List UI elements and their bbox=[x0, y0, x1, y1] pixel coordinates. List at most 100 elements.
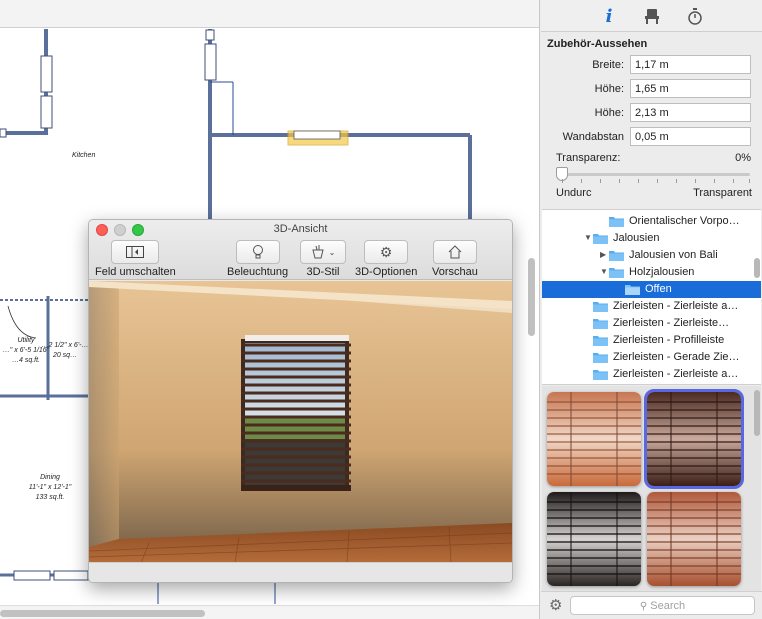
blinds-thumbnail bbox=[647, 392, 741, 486]
height-label: Höhe: bbox=[594, 83, 624, 95]
transparency-slider-track[interactable] bbox=[559, 173, 750, 176]
folder-icon bbox=[609, 251, 624, 261]
3d-options-tool[interactable]: ⚙ 3D-Optionen bbox=[355, 240, 417, 278]
slider-tick bbox=[695, 179, 696, 183]
swatch-black-blinds[interactable] bbox=[547, 492, 641, 586]
tree-item-label: Zierleisten - Zierleiste… bbox=[613, 317, 730, 329]
plan-horizontal-scrollbar[interactable] bbox=[0, 605, 539, 619]
tree-item-label: Jalousien von Bali bbox=[629, 249, 718, 261]
slider-tick bbox=[600, 179, 601, 183]
folder-icon bbox=[609, 217, 624, 227]
folder-icon bbox=[593, 370, 608, 380]
disclosure-open-icon[interactable]: ▼ bbox=[584, 233, 592, 243]
gear-icon[interactable]: ⚙ bbox=[549, 596, 562, 614]
slider-tick bbox=[749, 179, 750, 183]
3d-view-window[interactable]: 3D-Ansicht Feld umschalten Beleuchtung ⌄… bbox=[88, 219, 513, 583]
toggle-panel-tool[interactable]: Feld umschalten bbox=[95, 240, 176, 278]
property-wall-distance: Wandabstan bbox=[541, 127, 762, 147]
tree-item[interactable]: Zierleisten - Zierleiste a… bbox=[542, 298, 761, 315]
chair-icon bbox=[645, 9, 659, 24]
tree-item[interactable]: Orientalischer Vorpo… bbox=[542, 213, 761, 230]
section-title: Zubehör-Aussehen bbox=[547, 38, 648, 50]
blinds-thumbnail bbox=[547, 492, 641, 586]
3d-style-label: 3D-Stil bbox=[306, 266, 340, 278]
lighting-tool[interactable]: Beleuchtung bbox=[227, 240, 288, 278]
search-field[interactable]: ⚲ Search bbox=[570, 596, 755, 615]
height-field[interactable] bbox=[630, 79, 751, 98]
folder-icon bbox=[609, 268, 624, 278]
room-dimensions: 11'-1" x 12'-1" bbox=[28, 484, 72, 491]
disclosure-closed-icon[interactable]: ▶ bbox=[600, 250, 608, 260]
info-icon: i bbox=[605, 5, 613, 27]
slider-tick bbox=[714, 179, 715, 183]
wall-distance-label: Wandabstan bbox=[562, 131, 624, 143]
tab-furniture[interactable] bbox=[643, 7, 661, 25]
tree-item-label: Zierleisten - Zierleiste a… bbox=[613, 300, 739, 312]
slider-tick bbox=[676, 179, 677, 183]
room-label-kitchen: Kitchen bbox=[72, 151, 95, 161]
folder-icon bbox=[625, 285, 640, 295]
tree-scrollbar[interactable] bbox=[754, 258, 760, 278]
panel-footer: ⚙ ⚲ Search bbox=[541, 591, 762, 619]
folder-icon bbox=[593, 302, 608, 312]
window-bottom-bar bbox=[89, 562, 512, 582]
material-swatches[interactable] bbox=[542, 386, 761, 591]
3d-style-dropdown[interactable]: ⌄ bbox=[300, 240, 346, 264]
lighting-button[interactable] bbox=[235, 240, 280, 264]
scrollbar-thumb[interactable] bbox=[0, 610, 205, 617]
tree-item[interactable]: ▼ Holzjalousien bbox=[542, 264, 761, 281]
preview-tool[interactable]: Vorschau bbox=[432, 240, 478, 278]
tree-item-label: Zierleisten - Gerade Zie… bbox=[613, 351, 740, 363]
category-tree[interactable]: Orientalischer Vorpo… ▼ Jalousien ▶ Jalo… bbox=[542, 209, 761, 385]
transparency-value: 0% bbox=[735, 152, 751, 164]
stopwatch-icon bbox=[688, 7, 702, 25]
swatch-dark-wood-blinds[interactable] bbox=[644, 389, 744, 489]
lighting-label: Beleuchtung bbox=[227, 266, 289, 278]
room-dimensions: …2 1/2" x 6'-… bbox=[41, 342, 89, 349]
swatch-light-wood-blinds[interactable] bbox=[547, 392, 641, 486]
inspector-tabs: i bbox=[541, 0, 762, 32]
elevation-field[interactable] bbox=[630, 103, 751, 122]
slider-tick bbox=[562, 179, 563, 183]
room-label-dining: Dining 11'-1" x 12'-1" 133 sq.ft. bbox=[20, 473, 80, 503]
tree-item-selected[interactable]: Offen bbox=[542, 281, 761, 298]
swatches-scrollbar[interactable] bbox=[754, 390, 760, 436]
property-width: Breite: bbox=[541, 55, 762, 75]
disclosure-open-icon[interactable]: ▼ bbox=[600, 267, 608, 277]
plan-vertical-scrollbar[interactable] bbox=[528, 258, 535, 336]
3d-scene-viewport[interactable] bbox=[89, 281, 512, 563]
folder-icon bbox=[593, 336, 608, 346]
tree-item[interactable]: Zierleisten - Gerade Zie… bbox=[542, 349, 761, 366]
tree-item-label: Zierleisten - Profilleiste bbox=[613, 334, 725, 346]
tree-item[interactable]: Zierleisten - Profilleiste bbox=[542, 332, 761, 349]
toggle-panel-button[interactable] bbox=[111, 240, 160, 264]
3d-options-button[interactable]: ⚙ bbox=[364, 240, 409, 264]
tree-item-label: Holzjalousien bbox=[629, 266, 695, 278]
tree-item[interactable]: ▼ Jalousien bbox=[542, 230, 761, 247]
3d-render[interactable] bbox=[89, 281, 512, 563]
tree-item[interactable]: ▶ Jalousien von Bali bbox=[542, 247, 761, 264]
window-title: 3D-Ansicht bbox=[273, 223, 328, 235]
sidebar-toggle-icon bbox=[126, 246, 145, 258]
slider-tick bbox=[638, 179, 639, 183]
tab-timer[interactable] bbox=[686, 7, 704, 25]
elevation-label: Höhe: bbox=[594, 107, 624, 119]
tree-item[interactable]: Zierleisten - Zierleiste… bbox=[542, 315, 761, 332]
slider-tick bbox=[657, 179, 658, 183]
wall-distance-field[interactable] bbox=[630, 127, 751, 146]
slider-tick bbox=[581, 179, 582, 183]
tree-item[interactable]: Zierleisten - Zierleiste a… bbox=[542, 366, 761, 383]
window-titlebar[interactable]: 3D-Ansicht Feld umschalten Beleuchtung ⌄… bbox=[89, 220, 512, 280]
3d-style-tool[interactable]: ⌄ 3D-Stil bbox=[300, 240, 346, 278]
preview-label: Vorschau bbox=[432, 266, 478, 278]
tree-item-label: Offen bbox=[645, 283, 672, 295]
tab-info[interactable]: i bbox=[600, 5, 618, 27]
width-field[interactable] bbox=[630, 55, 751, 74]
tree-item-label: Jalousien bbox=[613, 232, 660, 244]
preview-button[interactable] bbox=[432, 240, 477, 264]
room-area: 133 sq.ft. bbox=[35, 494, 65, 501]
property-height: Höhe: bbox=[541, 79, 762, 99]
brush-cup-icon bbox=[312, 245, 324, 259]
swatch-cherry-wood-blinds[interactable] bbox=[647, 492, 741, 586]
transparency-label: Transparenz: bbox=[556, 152, 621, 164]
